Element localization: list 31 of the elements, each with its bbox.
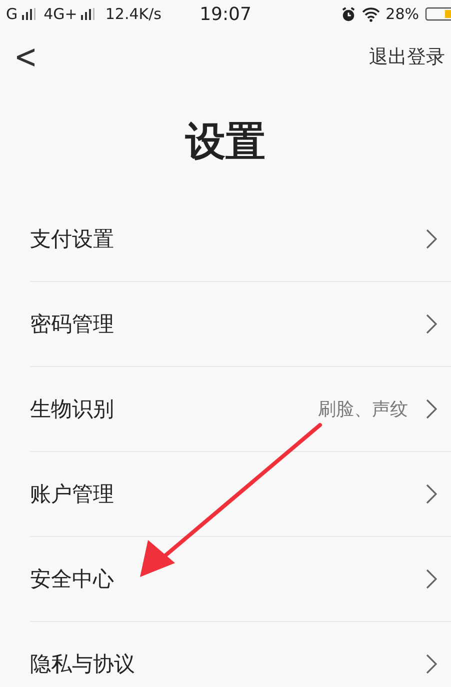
row-label: 账户管理 <box>30 481 114 508</box>
chevron-right-icon <box>426 229 437 249</box>
settings-row[interactable]: 支付设置 <box>30 197 451 282</box>
network-label: 4G+ <box>44 5 78 23</box>
signal-icon <box>81 8 96 20</box>
network-label: G <box>6 5 18 23</box>
speed-label: 12.4K/s <box>105 5 162 23</box>
row-label: 安全中心 <box>30 566 114 593</box>
row-label: 密码管理 <box>30 311 114 338</box>
chevron-right-icon <box>426 654 437 674</box>
row-label: 生物识别 <box>30 396 114 423</box>
settings-row[interactable]: 账户管理 <box>30 452 451 537</box>
battery-icon <box>425 7 451 21</box>
back-button[interactable]: < <box>14 40 38 74</box>
settings-row[interactable]: 密码管理 <box>30 282 451 367</box>
wifi-icon <box>362 6 380 22</box>
alarm-icon <box>340 6 356 22</box>
logout-button[interactable]: 退出登录 <box>369 44 445 70</box>
settings-row[interactable]: 隐私与协议 <box>30 622 451 687</box>
chevron-right-icon <box>426 569 437 589</box>
clock-time: 19:07 <box>200 4 252 24</box>
battery-percent: 28% <box>386 5 419 23</box>
row-value: 刷脸、声纹 <box>318 398 408 421</box>
row-label: 支付设置 <box>30 226 114 253</box>
settings-row[interactable]: 生物识别 刷脸、声纹 <box>30 367 451 452</box>
chevron-right-icon <box>426 399 437 419</box>
row-label: 隐私与协议 <box>30 651 135 678</box>
signal-icon <box>22 8 36 20</box>
chevron-right-icon <box>426 484 437 504</box>
page-title: 设置 <box>186 118 266 167</box>
chevron-right-icon <box>426 314 437 334</box>
